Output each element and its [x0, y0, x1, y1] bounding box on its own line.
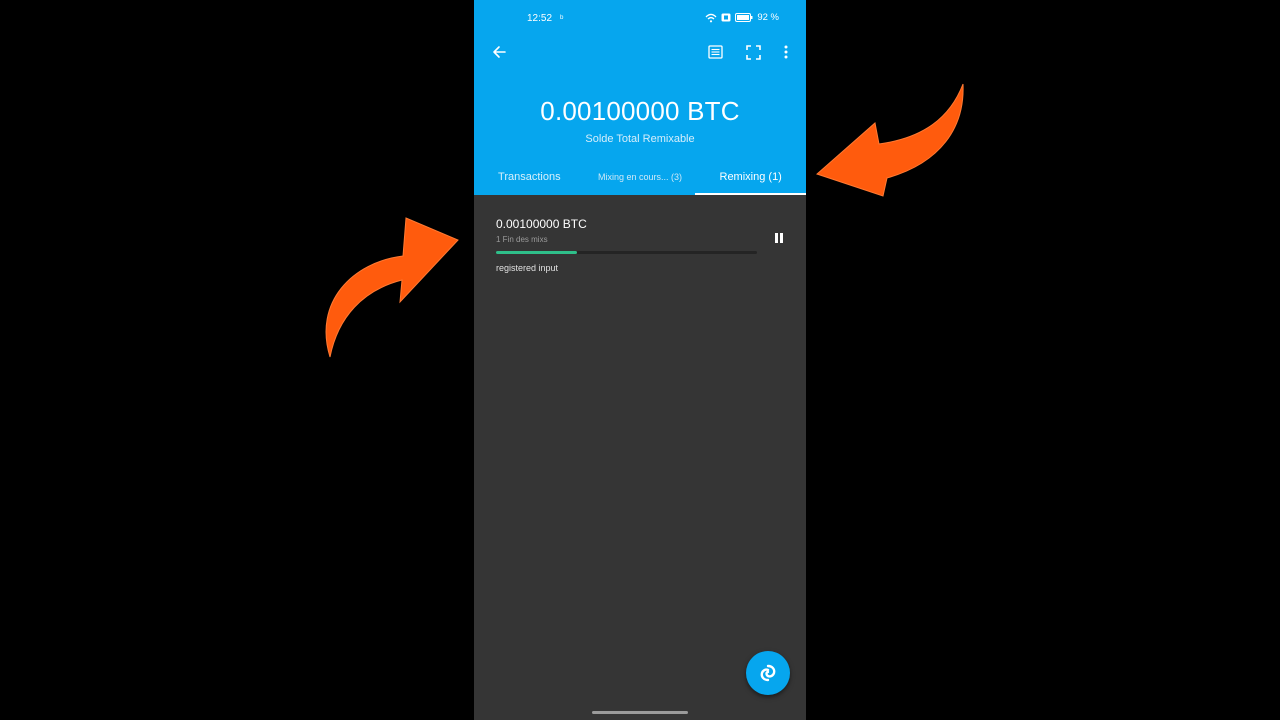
scan-icon: [745, 44, 761, 60]
battery-percent: 92 %: [757, 12, 779, 23]
mix-status-text: registered input: [496, 263, 559, 273]
mix-progress-bar: [496, 251, 757, 254]
status-indicators: 92 %: [705, 12, 779, 23]
total-balance: 0.00100000 BTC: [540, 96, 740, 126]
pause-button[interactable]: [771, 230, 787, 246]
more-vert-icon: [784, 45, 788, 59]
wifi-icon: [705, 13, 717, 22]
utxo-list-button[interactable]: [703, 40, 727, 64]
mix-progress-fill: [496, 251, 577, 254]
toolbar: [474, 36, 806, 66]
utxo-amount: 0.00100000 BTC: [496, 217, 587, 231]
home-indicator[interactable]: [592, 711, 688, 714]
list-icon: [707, 45, 723, 59]
annotation-arrow-left: [325, 217, 459, 358]
back-button[interactable]: [487, 40, 511, 64]
battery-icon: [735, 13, 753, 22]
annotation-arrow-right: [816, 83, 964, 197]
remix-list-item[interactable]: 0.00100000 BTC 1 Fin des mixs registered…: [474, 196, 806, 286]
tab-mixing[interactable]: Mixing en cours... (3): [585, 162, 696, 195]
whirlpool-fab[interactable]: [746, 651, 790, 695]
scan-button[interactable]: [741, 40, 765, 64]
pause-icon: [775, 233, 783, 243]
status-bar: 12:52 ᵇ 92 %: [474, 0, 806, 36]
notification-icon: ᵇ: [560, 13, 564, 23]
more-options-button[interactable]: [774, 40, 798, 64]
wallet-header: 12:52 ᵇ 92 % 0.00100000 BTC Solde Total …: [474, 0, 806, 195]
balance-label: Solde Total Remixable: [585, 133, 695, 145]
tab-bar: Transactions Mixing en cours... (3) Remi…: [474, 162, 806, 195]
phone-screen: 12:52 ᵇ 92 % 0.00100000 BTC Solde Total …: [474, 0, 806, 720]
utxo-subtitle: 1 Fin des mixs: [496, 235, 548, 244]
sim-icon: [721, 13, 731, 22]
tab-transactions[interactable]: Transactions: [474, 162, 585, 195]
tab-remixing[interactable]: Remixing (1): [695, 162, 806, 195]
arrow-back-icon: [493, 46, 506, 58]
whirlpool-icon: [760, 664, 776, 682]
status-time: 12:52: [527, 13, 553, 24]
